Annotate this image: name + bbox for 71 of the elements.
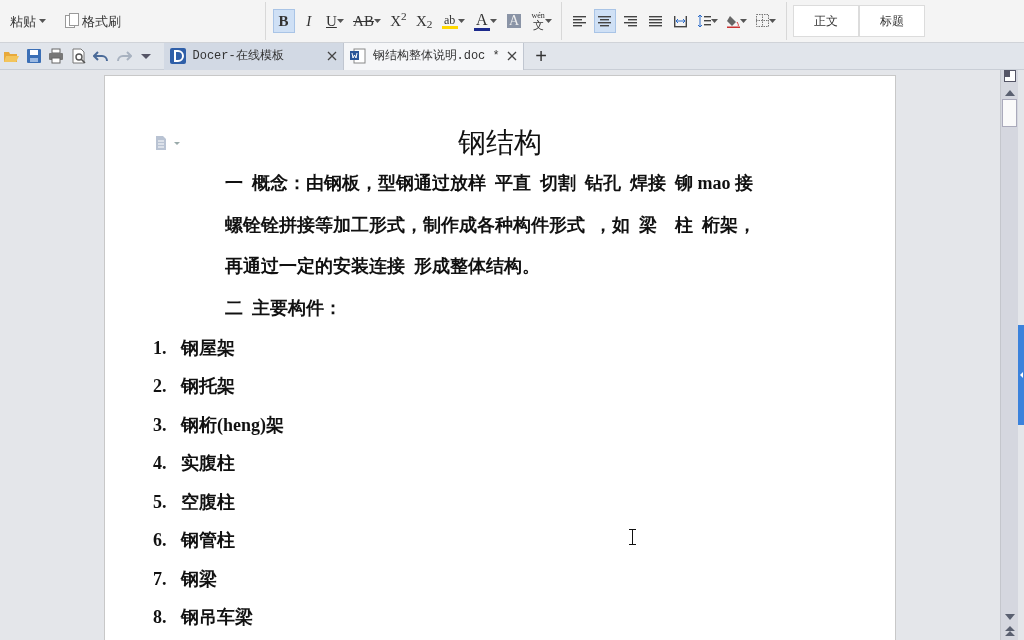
scroll-up-arrow-icon[interactable] <box>1004 90 1015 96</box>
document-tab[interactable]: Docer-在线模板 <box>164 42 344 70</box>
caret-icon <box>740 19 748 23</box>
caret-icon <box>336 19 344 23</box>
caret-icon <box>373 19 381 23</box>
list-number: 3. <box>153 413 168 437</box>
align-center-button[interactable] <box>593 9 616 33</box>
caret-icon <box>38 19 46 23</box>
close-icon[interactable] <box>507 51 517 61</box>
style-option[interactable]: 正文 <box>792 5 859 37</box>
document-title: 钢结构 <box>457 126 543 160</box>
paragraph-line: 螺铨铨拼接等加工形式，制作成各种构件形式 ，如 梁 柱 桁架， <box>224 213 757 237</box>
scroll-thumb[interactable] <box>1002 99 1017 127</box>
side-panel-toggle-icon[interactable] <box>1018 325 1024 425</box>
split-view-icon[interactable] <box>1003 70 1016 82</box>
highlight-button[interactable]: ab <box>438 9 468 33</box>
paragraph-line: 一 概念：由钢板，型钢通过放样 平直 切割 钻孔 焊接 铆 mao 接 <box>224 172 754 195</box>
list-number: 5. <box>153 490 168 514</box>
list-item-text: 钢梁 <box>181 567 217 591</box>
caret-icon <box>769 19 777 23</box>
scroll-down-arrow-icon[interactable] <box>1004 614 1015 620</box>
line-spacing-icon <box>697 14 711 28</box>
document-tab[interactable]: 钢结构整体说明.doc * <box>344 42 524 70</box>
list-number: 4. <box>153 452 168 476</box>
align-center-icon <box>598 14 612 28</box>
caret-icon <box>544 19 552 23</box>
format-painter-button[interactable]: 格式刷 <box>61 9 124 33</box>
list-item-text: 钢桁(heng)架 <box>181 413 284 437</box>
list-item-text: 钢屋架 <box>181 336 235 360</box>
list-number: 2. <box>153 375 168 399</box>
font-color-button[interactable]: A <box>470 9 500 33</box>
list-number: 6. <box>153 529 168 553</box>
list-number: 7. <box>153 567 168 591</box>
paint-bucket-icon <box>727 14 741 28</box>
underline-button[interactable]: U <box>323 9 347 33</box>
undo-icon[interactable] <box>93 48 110 64</box>
align-left-icon <box>573 14 587 28</box>
paragraph-line: 再通过一定的安装连接 形成整体结构。 <box>224 255 541 278</box>
list-item-text: 钢吊车梁 <box>181 606 253 630</box>
save-icon[interactable] <box>25 48 42 64</box>
new-tab-button[interactable]: + <box>530 44 552 68</box>
text-cursor-icon <box>629 529 636 545</box>
subscript-button[interactable]: X$_{2}$ <box>412 9 436 33</box>
copy-icon <box>64 13 79 29</box>
italic-button[interactable]: I <box>297 9 320 33</box>
previous-page-icon[interactable] <box>1004 626 1015 636</box>
list-number: 1. <box>153 336 168 360</box>
strikethrough-button[interactable]: AB <box>350 9 384 33</box>
caret-icon <box>710 19 718 23</box>
list-number: 8. <box>153 606 168 630</box>
close-icon[interactable] <box>327 51 337 61</box>
list-item-text: 钢管柱 <box>181 529 235 553</box>
bold-button[interactable]: B <box>272 9 295 33</box>
caret-icon <box>489 19 497 23</box>
justify-icon <box>648 14 662 28</box>
phonetic-guide-button[interactable]: wén 文 <box>528 9 555 33</box>
caret-icon <box>457 19 465 23</box>
list-item-text: 空腹柱 <box>181 490 235 514</box>
paste-button[interactable]: 粘贴 <box>6 9 49 33</box>
word-document-icon <box>350 48 366 64</box>
list-item-text: 钢托架 <box>181 375 235 399</box>
print-icon[interactable] <box>48 48 65 64</box>
list-item-text: 实腹柱 <box>181 452 235 476</box>
distribute-icon <box>674 14 688 28</box>
borders-icon <box>756 14 770 28</box>
docer-logo-icon <box>170 48 186 64</box>
style-option[interactable]: 标题 <box>858 5 925 37</box>
align-right-icon <box>623 14 637 28</box>
paragraph-line: 二 主要构件： <box>224 296 343 320</box>
print-preview-icon[interactable] <box>70 48 87 64</box>
superscript-button[interactable]: X$^{2}$ <box>387 9 410 33</box>
